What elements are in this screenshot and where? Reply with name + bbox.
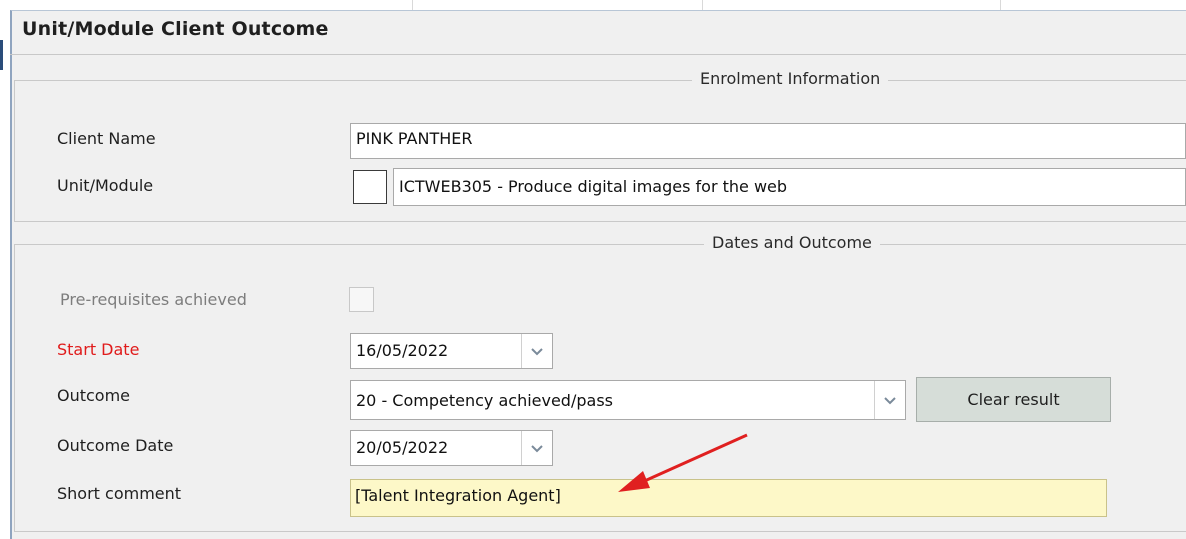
- start-date-value: 16/05/2022: [356, 341, 449, 360]
- clear-result-button[interactable]: Clear result: [916, 377, 1111, 422]
- enrolment-legend: Enrolment Information: [692, 69, 889, 88]
- unit-module-label: Unit/Module: [57, 176, 154, 195]
- start-date-picker[interactable]: 16/05/2022: [350, 333, 553, 369]
- top-divider: [702, 0, 703, 10]
- outcome-date-picker[interactable]: 20/05/2022: [350, 430, 553, 466]
- window-edge-accent: [0, 40, 3, 70]
- chevron-down-icon[interactable]: [874, 381, 905, 419]
- window-title: Unit/Module Client Outcome: [22, 18, 329, 40]
- chevron-down-icon[interactable]: [521, 334, 552, 368]
- start-date-label: Start Date: [57, 340, 140, 359]
- unit-select-checkbox[interactable]: [353, 170, 387, 204]
- unit-module-field[interactable]: ICTWEB305 - Produce digital images for t…: [393, 168, 1186, 206]
- client-name-field[interactable]: PINK PANTHER: [350, 123, 1186, 159]
- short-comment-field[interactable]: [Talent Integration Agent]: [350, 479, 1107, 517]
- short-comment-label: Short comment: [57, 484, 182, 503]
- outcome-date-value: 20/05/2022: [356, 438, 449, 457]
- outcome-value: 20 - Competency achieved/pass: [356, 391, 613, 410]
- outcome-date-label: Outcome Date: [57, 436, 174, 455]
- top-strip: [0, 0, 1186, 10]
- outcome-label: Outcome: [57, 386, 131, 405]
- prereq-checkbox[interactable]: [349, 287, 374, 312]
- top-divider: [1000, 0, 1001, 10]
- prereq-label: Pre-requisites achieved: [60, 290, 247, 309]
- dates-outcome-legend: Dates and Outcome: [704, 233, 880, 252]
- title-divider: [10, 54, 1186, 55]
- chevron-down-icon[interactable]: [521, 431, 552, 465]
- outcome-dropdown[interactable]: 20 - Competency achieved/pass: [350, 380, 906, 420]
- client-name-label: Client Name: [57, 129, 156, 148]
- top-divider: [412, 0, 413, 10]
